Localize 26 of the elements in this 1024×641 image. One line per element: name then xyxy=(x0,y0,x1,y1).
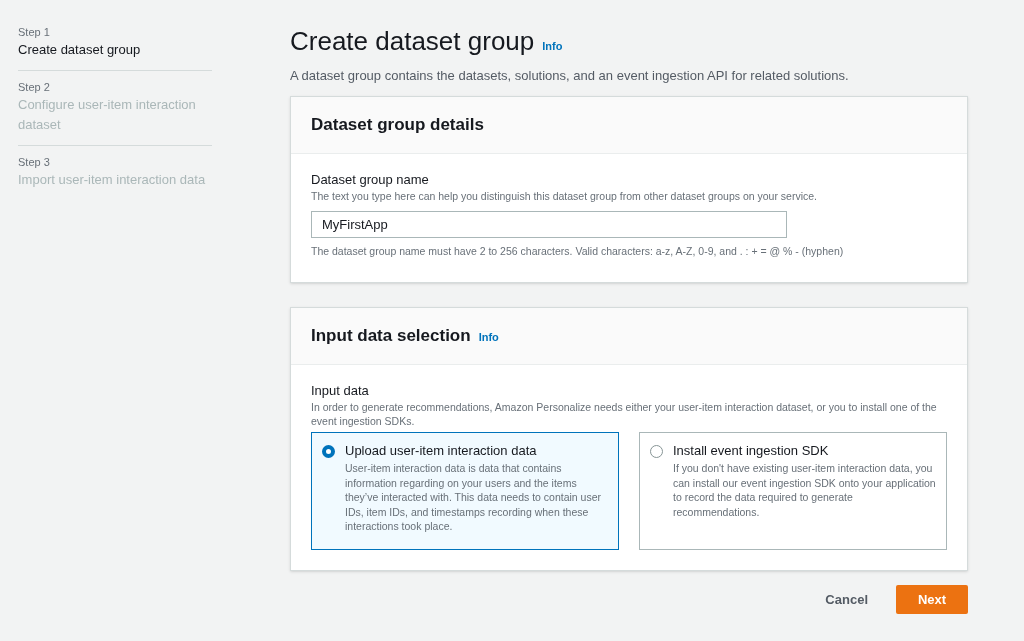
step-number: Step 1 xyxy=(18,25,51,40)
field-label: Dataset group name xyxy=(311,170,430,189)
radio-option-card[interactable] xyxy=(639,432,947,550)
page-description: A dataset group contains the datasets, solutions, and an event ingestion API for related solutions. xyxy=(290,67,850,85)
field-constraint: The dataset group name must have 2 to 256 characters. Valid characters: a-z, A-Z, 0-9, and . : + = @ % - (hyphen) xyxy=(311,243,845,259)
info-link[interactable]: Info xyxy=(542,37,563,54)
name-input-field[interactable]: MyFirstApp xyxy=(311,210,787,238)
option-description: User-item interaction data is data that contains information regarding on your users and the items they’ve interacted with. This data needs to contain user IDs, item IDs, and timestamps recording when these interactions took place. xyxy=(345,461,603,534)
panel-title: Input data selection xyxy=(311,324,471,347)
page-title: Create dataset group xyxy=(290,25,535,58)
option-title: Install event ingestion SDK xyxy=(673,443,830,459)
panel-title: Dataset group details xyxy=(311,113,484,136)
field-description: The text you type here can help you distinguish this dataset group from other dataset groups on your service. xyxy=(311,189,819,204)
radio-button[interactable] xyxy=(322,445,335,458)
option-title: Upload user-item interaction data xyxy=(345,443,538,459)
cancel-button[interactable]: Cancel xyxy=(821,589,872,610)
radio-button[interactable] xyxy=(650,445,663,458)
info-link[interactable]: Info xyxy=(478,329,499,346)
next-button[interactable]: Next xyxy=(896,585,968,614)
step-number: Step 3 xyxy=(18,155,51,170)
step-number: Step 2 xyxy=(18,80,51,95)
radio-option-card[interactable] xyxy=(311,432,619,550)
field-label: Input data xyxy=(311,381,370,400)
field-description: In order to generate recommendations, Amazon Personalize needs either your user-item interaction dataset, or you to install one of the event ingestion SDKs. xyxy=(311,400,938,428)
option-description: If you don't have existing user-item interaction data, you can install our event ingestion SDK onto your application to record the data required to generate recommendations. xyxy=(673,461,936,519)
step-title[interactable]: Create dataset group xyxy=(18,40,212,60)
